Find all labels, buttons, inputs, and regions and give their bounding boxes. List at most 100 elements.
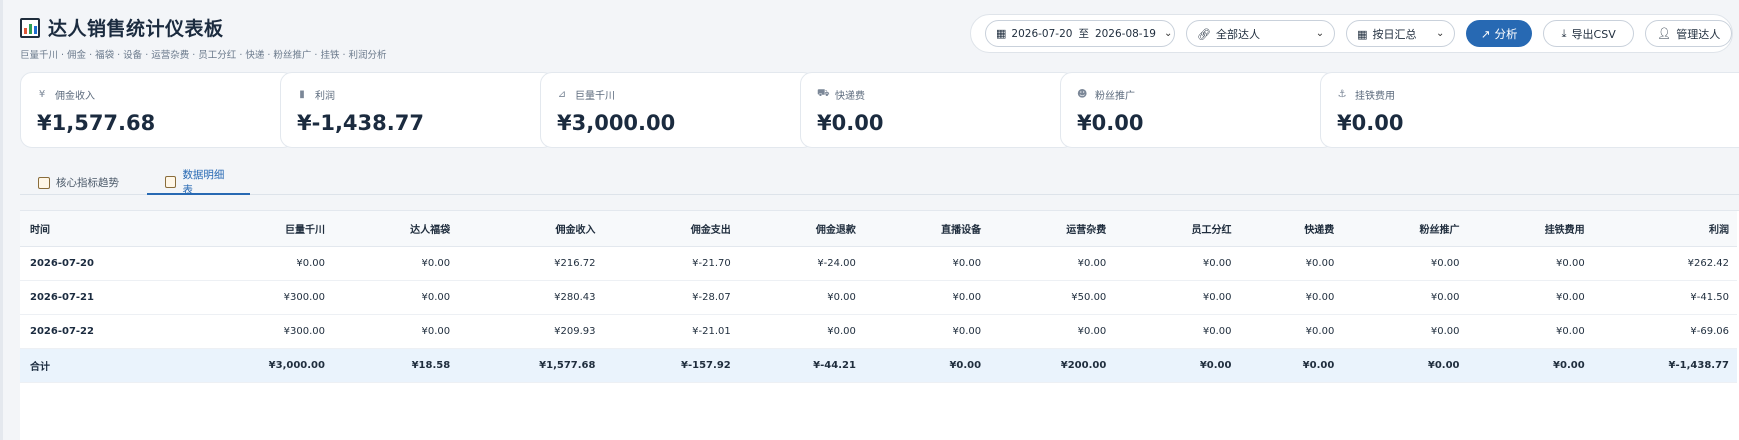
chevron-down-icon: ⌄ <box>1436 28 1445 39</box>
column-header: 时间 <box>20 211 166 247</box>
column-header: 直播设备 <box>863 211 990 247</box>
page-title: 达人销售统计仪表板 <box>48 18 224 40</box>
influencer-select[interactable]: 🔗︎ 全部达人 ⌄ <box>1186 20 1336 47</box>
export-label: 导出CSV <box>1571 27 1616 41</box>
card-fan-promotion: ☻ 粉丝推广 ¥0.00 <box>1060 72 1335 148</box>
column-header: 运营杂费 <box>989 211 1115 247</box>
card-value: ¥1,577.68 <box>37 111 156 135</box>
table-cell: ¥-21.01 <box>603 314 739 349</box>
card-value: ¥0.00 <box>1077 111 1144 135</box>
detail-table: 时间 巨量千川 达人福袋 佣金收入 佣金支出 佣金退款 直播设备 运营杂费 员工分红 快递费 粉丝推… <box>20 211 1737 383</box>
total-cell: ¥0.00 <box>1114 348 1240 383</box>
card-label: 粉丝推广 <box>1095 91 1135 102</box>
total-cell: ¥0.00 <box>1467 348 1593 383</box>
card-label: 巨量千川 <box>575 91 615 102</box>
table-cell: ¥0.00 <box>1467 280 1593 315</box>
left-edge-rail <box>0 0 3 440</box>
total-cell: ¥3,000.00 <box>165 348 333 383</box>
card-anchor-fee: ⚓︎ 挂铁费用 ¥0.00 <box>1320 72 1739 148</box>
table-cell: ¥0.00 <box>332 314 459 349</box>
manage-label: 管理达人 <box>1676 27 1721 41</box>
analyze-label: 分析 <box>1494 28 1518 41</box>
table-cell: ¥0.00 <box>1342 246 1468 281</box>
column-header: 佣金退款 <box>738 211 864 247</box>
clipboard-icon <box>165 175 177 188</box>
table-cell: ¥300.00 <box>165 314 333 349</box>
tab-label: 数据明细表 <box>182 168 225 196</box>
line-chart-icon: ↗ <box>1480 28 1491 41</box>
card-label: 快递费 <box>835 91 865 102</box>
calendar-icon: ▦ <box>1357 27 1368 41</box>
table-cell: 2026-07-21 <box>20 280 166 315</box>
table-cell: ¥-41.50 <box>1592 280 1737 315</box>
table-row[interactable]: 2026-07-22 ¥300.00 ¥0.00 ¥209.93 ¥-21.01 ¥0.0… <box>20 314 1737 349</box>
total-cell: ¥-44.21 <box>738 348 864 383</box>
table-cell: ¥0.00 <box>863 246 990 281</box>
bar-chart-icon <box>20 17 40 38</box>
total-row: 合计 ¥3,000.00 ¥18.58 ¥1,577.68 ¥-157.92 ¥-44.2… <box>20 348 1737 383</box>
table-cell: ¥0.00 <box>1114 246 1240 281</box>
table-header-row: 时间 巨量千川 达人福袋 佣金收入 佣金支出 佣金退款 直播设备 运营杂费 员工分红 快递费 粉丝推… <box>20 211 1737 247</box>
date-start: 2026-07-20 <box>1011 27 1073 40</box>
card-profit: ▮ 利润 ¥-1,438.77 <box>280 72 555 148</box>
table-cell: ¥0.00 <box>738 280 864 315</box>
user-icon: 👤︎ <box>1657 27 1672 40</box>
title-row: 达人销售统计仪表板 <box>20 14 387 41</box>
column-header: 佣金收入 <box>458 211 604 247</box>
table-row[interactable]: 2026-07-20 ¥0.00 ¥0.00 ¥216.72 ¥-21.70 ¥-24.0… <box>20 246 1737 281</box>
table-cell: ¥-69.06 <box>1592 314 1737 349</box>
date-end: 2026-08-19 <box>1094 27 1156 40</box>
toolbar: ▦ 2026-07-20 至 2026-08-19 ⌄ 🔗︎ 全部达人 ⌄ ▦ 按日… <box>970 14 1733 53</box>
table-cell: ¥0.00 <box>738 314 864 349</box>
bar-chart-icon: ▮ <box>299 89 305 100</box>
analyze-button[interactable]: ↗ 分析 <box>1466 20 1532 47</box>
column-header: 佣金支出 <box>603 211 739 247</box>
table-cell: ¥0.00 <box>1114 280 1240 315</box>
table-cell: ¥0.00 <box>1239 314 1343 349</box>
date-range-picker[interactable]: ▦ 2026-07-20 至 2026-08-19 ⌄ <box>985 20 1175 47</box>
tab-detail-table[interactable]: 数据明细表 <box>147 168 250 196</box>
column-header: 达人福袋 <box>332 211 459 247</box>
table-row[interactable]: 2026-07-21 ¥300.00 ¥0.00 ¥280.43 ¥-28.07 ¥0.0… <box>20 280 1737 315</box>
column-header: 挂铁费用 <box>1467 211 1593 247</box>
card-value: ¥-1,438.77 <box>297 111 424 135</box>
tab-trend[interactable]: 核心指标趋势 <box>20 170 137 195</box>
table-cell: ¥0.00 <box>1239 246 1343 281</box>
table-cell: ¥0.00 <box>989 246 1115 281</box>
card-qianchuan: ⊿ 巨量千川 ¥3,000.00 <box>540 72 815 148</box>
card-shipping: ⛟ 快递费 ¥0.00 <box>800 72 1075 148</box>
group-by-select[interactable]: ▦ 按日汇总 ⌄ <box>1346 20 1456 47</box>
table-cell: ¥300.00 <box>165 280 333 315</box>
column-header: 利润 <box>1592 211 1737 247</box>
table-cell: ¥0.00 <box>1114 314 1240 349</box>
table-cell: ¥0.00 <box>332 280 459 315</box>
manage-influencers-button[interactable]: 👤︎ 管理达人 <box>1645 20 1732 47</box>
users-icon: ☻ <box>1077 89 1088 100</box>
truck-icon: ⛟ <box>817 88 830 99</box>
table-cell: ¥0.00 <box>1467 246 1593 281</box>
chevron-down-icon: ⌄ <box>1315 28 1325 39</box>
total-cell: ¥0.00 <box>863 348 990 383</box>
table-cell: ¥209.93 <box>458 314 604 349</box>
table-cell: ¥0.00 <box>165 246 333 281</box>
export-csv-button[interactable]: ⤓ 导出CSV <box>1542 20 1635 47</box>
total-cell: ¥0.00 <box>1239 348 1343 383</box>
table-cell: ¥0.00 <box>1342 280 1468 315</box>
card-value: ¥3,000.00 <box>557 111 676 135</box>
column-header: 快递费 <box>1239 211 1343 247</box>
total-cell: 合计 <box>20 348 166 383</box>
column-header: 巨量千川 <box>165 211 333 247</box>
card-label: 利润 <box>315 91 335 102</box>
table-cell: ¥0.00 <box>1239 280 1343 315</box>
table-cell: ¥262.42 <box>1592 246 1737 281</box>
card-label: 挂铁费用 <box>1355 91 1395 102</box>
table-cell: ¥-21.70 <box>603 246 739 281</box>
total-cell: ¥0.00 <box>1342 348 1468 383</box>
table-cell: ¥0.00 <box>1467 314 1593 349</box>
page-subtitle: 巨量千川 · 佣金 · 福袋 · 设备 · 运营杂费 · 员工分红 · 快递 ·… <box>20 50 387 61</box>
table-cell: ¥0.00 <box>863 314 990 349</box>
table-cell: 2026-07-20 <box>20 246 166 281</box>
total-cell: ¥1,577.68 <box>458 348 604 383</box>
total-cell: ¥-157.92 <box>603 348 739 383</box>
table-cell: 2026-07-22 <box>20 314 166 349</box>
